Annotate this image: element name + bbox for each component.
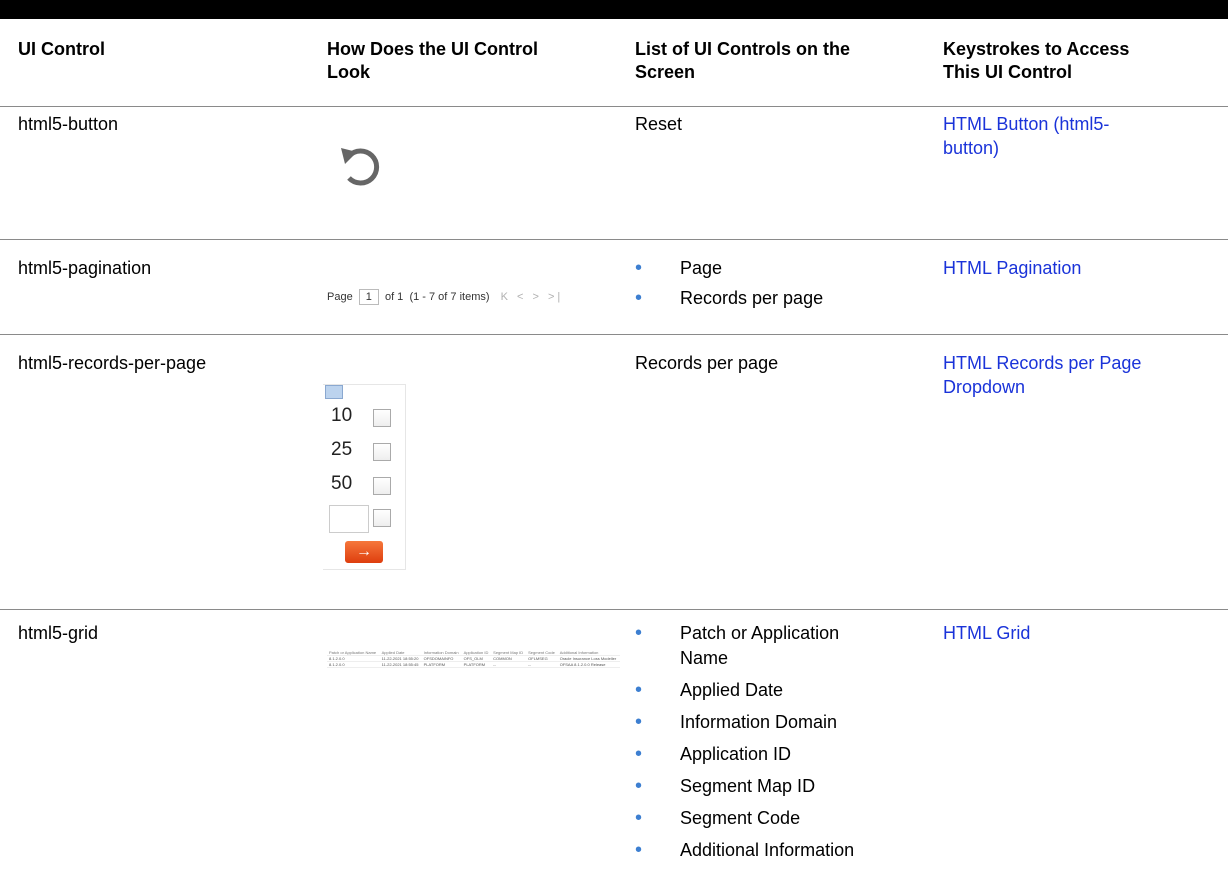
grid-row: 8.1.2.0.0 11-22-2021 18:55:45 PLATFORM P… (327, 661, 620, 668)
list-item: • Page (635, 257, 723, 279)
link-html-pagination[interactable]: HTML Pagination (943, 256, 1081, 280)
rpp-custom-input (329, 505, 369, 533)
pagination-items-label: items) (459, 291, 490, 303)
grid-sample: Patch or Application Name Applied Date I… (327, 650, 620, 688)
bullet-text: Records per page (680, 288, 824, 308)
reset-icon (337, 142, 387, 190)
header-keystrokes-line1: Keystrokes to Access (943, 39, 1130, 59)
list-item: • Patch or Application Name (635, 622, 840, 668)
bullet-text: Application ID (680, 744, 792, 764)
checkbox-icon (373, 443, 391, 461)
list-item: • Segment Map ID (635, 775, 816, 797)
grid-cell: PLATFORM (421, 661, 462, 668)
checkbox-icon (373, 409, 391, 427)
pagination-page-label: Page (327, 291, 353, 303)
bullet-text: Applied Date (680, 680, 784, 700)
pagination-page-input: 1 (358, 289, 379, 305)
grid-cell: 11-22-2021 18:55:45 (379, 661, 422, 668)
link-html-button-l2[interactable]: button) (943, 136, 1109, 160)
row1-keystroke-link[interactable]: HTML Button (html5- button) (943, 112, 1109, 160)
grid-cell: OFSAA 8.1.2.0.0 Release (557, 661, 620, 668)
grid-header: Patch or Application Name (327, 650, 380, 656)
checkbox-icon (373, 477, 391, 495)
rpp-option: 10 (331, 405, 353, 426)
pagination-sample: Page 1 of 1 (1 - 7 of 7 items) K < > >| (327, 289, 563, 305)
bullet-text: Information Domain (680, 712, 838, 732)
list-item: • Additional Information (635, 839, 855, 861)
row2-control: html5-pagination (18, 258, 152, 278)
row4-control: html5-grid (18, 623, 99, 643)
row-divider-1 (0, 239, 1228, 240)
grid-cell: Oracle Insurance Loss Modeller (557, 655, 620, 662)
row1-control: html5-button (18, 114, 119, 134)
row2-controls-list: • Page • Records per page (635, 256, 823, 310)
header-keystrokes: Keystrokes to Access This UI Control (943, 38, 1129, 84)
header-divider (0, 106, 1228, 107)
bullet-text: Page (680, 258, 723, 278)
pagination-total: 7 (450, 291, 457, 303)
header-look-line1: How Does the UI Control (327, 39, 538, 59)
records-per-page-sample: 10 25 50 → (323, 384, 406, 570)
row4-controls-list: • Patch or Application Name • Applied Date … (635, 621, 854, 863)
header-keystrokes-line2: This UI Control (943, 62, 1072, 82)
grid-cell: -- (491, 661, 527, 668)
row4-keystroke-link[interactable]: HTML Grid (943, 621, 1030, 645)
dropdown-toggle-icon (325, 385, 343, 399)
checkbox-icon (373, 509, 391, 527)
rpp-option: 50 (331, 473, 353, 494)
link-html-button-l1[interactable]: HTML Button (html5- (943, 112, 1109, 136)
grid-header: Application ID (461, 650, 492, 656)
row3-control: html5-records-per-page (18, 353, 207, 373)
bullet-text: Segment Code (680, 808, 801, 828)
grid-header: Information Domain (421, 650, 462, 656)
row-divider-2 (0, 334, 1228, 335)
header-look: How Does the UI Control Look (327, 38, 538, 84)
header-look-line2: Look (327, 62, 370, 82)
list-item: • Application ID (635, 743, 792, 765)
grid-header: Segment Map ID (491, 650, 527, 656)
grid-header: Segment Code (526, 650, 558, 656)
header-controls-line2: Screen (635, 62, 696, 82)
row2-keystroke-link[interactable]: HTML Pagination (943, 256, 1081, 280)
grid-cell: PLATFORM (461, 661, 492, 668)
header-controls-line1: List of UI Controls on the (635, 39, 850, 59)
pagination-nav-icons: K < > >| (500, 291, 564, 303)
row1-controls-list: Reset (635, 114, 683, 134)
go-arrow-icon: → (345, 541, 383, 563)
pagination-range: (1 - 7 of (409, 291, 448, 303)
list-item: • Applied Date (635, 679, 784, 701)
link-records-per-page-l2[interactable]: Dropdown (943, 375, 1141, 399)
header-ui-control: UI Control (18, 39, 105, 59)
header-controls-list: List of UI Controls on the Screen (635, 38, 850, 84)
row3-keystroke-link[interactable]: HTML Records per Page Dropdown (943, 351, 1141, 399)
bullet-text: Segment Map ID (680, 776, 816, 796)
list-item: • Segment Code (635, 807, 801, 829)
row3-controls-list: Records per page (635, 353, 779, 373)
grid-cell: -- (526, 661, 558, 668)
list-item: • Information Domain (635, 711, 838, 733)
pagination-of-label: of 1 (384, 291, 404, 303)
grid-cell: 8.1.2.0.0 (327, 661, 380, 668)
grid-cell: 11-22-2021 18:55:20 (379, 655, 422, 662)
link-records-per-page-l1[interactable]: HTML Records per Page (943, 351, 1141, 375)
link-html-grid[interactable]: HTML Grid (943, 621, 1030, 645)
row-divider-3 (0, 609, 1228, 610)
rpp-option: 25 (331, 439, 353, 460)
bullet-text: Name (680, 648, 729, 668)
top-rule (0, 0, 1228, 19)
bullet-text: Additional Information (680, 840, 855, 860)
bullet-text: Patch or Application (680, 623, 840, 643)
list-item: • Records per page (635, 287, 824, 309)
